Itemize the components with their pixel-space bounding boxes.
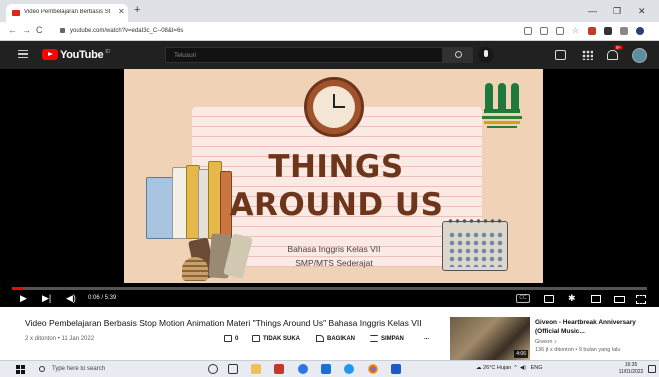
notifications-icon[interactable] xyxy=(648,365,656,373)
chrome-icon[interactable] xyxy=(368,364,378,374)
more-actions-button[interactable]: ... xyxy=(424,335,429,341)
browser-tab[interactable]: Video Pembelajaran Berbasis St ✕ xyxy=(6,4,128,22)
system-tray: ☁ 26°C Hujan ^ ◀) ENG xyxy=(476,365,543,371)
volume-icon[interactable]: ◀) xyxy=(66,293,76,303)
address-bar: ← → C youtube.com/watch?v=edaI3c_C--08&t… xyxy=(0,22,659,41)
search-icon xyxy=(39,366,45,372)
profile-avatar-icon[interactable] xyxy=(636,27,644,35)
notifications-bell-icon[interactable] xyxy=(607,50,618,60)
video-duration: 4:06 xyxy=(514,350,528,358)
video-frame: THINGS AROUND US Bahasa Inggris Kelas VI… xyxy=(124,69,543,283)
word-icon[interactable] xyxy=(391,364,401,374)
share-arrow-icon xyxy=(316,335,324,342)
recommended-video-title[interactable]: Giveon - Heartbreak Anniversary (Officia… xyxy=(535,318,653,336)
reload-button[interactable]: C xyxy=(36,25,43,35)
create-video-icon[interactable] xyxy=(555,50,566,60)
taskbar-app-blue-icon[interactable] xyxy=(344,364,354,374)
recommended-video-metadata: 136 jt x ditonton • 9 bulan yang lalu xyxy=(535,347,621,353)
new-tab-button[interactable]: + xyxy=(134,4,140,16)
back-button[interactable]: ← xyxy=(8,25,17,35)
edge-icon[interactable] xyxy=(298,364,308,374)
next-icon[interactable]: ▶| xyxy=(42,293,51,303)
clock-date: 11/01/2022 xyxy=(618,369,644,375)
share-icon[interactable] xyxy=(556,27,564,35)
video-metadata: 2 x ditonton • 11 Jan 2022 xyxy=(25,336,95,342)
subtitles-icon[interactable]: CC xyxy=(516,294,530,303)
browser-tab-bar: Video Pembelajaran Berbasis St ✕ + — ❐ ✕ xyxy=(0,0,659,22)
taskbar-clock[interactable]: 16:35 11/01/2022 xyxy=(618,362,644,376)
bookmark-star-icon[interactable]: ☆ xyxy=(572,27,580,35)
url-text: youtube.com/watch?v=edaI3c_C--08&t=6s xyxy=(70,28,184,34)
windows-taskbar: Type here to search ☁ 26°C Hujan ^ ◀) EN… xyxy=(0,360,659,377)
miniplayer-icon[interactable] xyxy=(591,295,601,303)
autoplay-toggle-icon[interactable] xyxy=(544,295,554,303)
slide-subtitle-line1: Bahasa Inggris Kelas VII xyxy=(287,244,381,254)
windows-start-icon[interactable] xyxy=(16,365,25,374)
university-logo xyxy=(482,79,522,131)
maximize-button[interactable]: ❐ xyxy=(613,6,621,17)
tab-close-icon[interactable]: ✕ xyxy=(118,7,125,16)
language-indicator[interactable]: ENG xyxy=(531,365,543,371)
save-button[interactable]: SIMPAN xyxy=(370,335,404,342)
reader-extension-icon[interactable] xyxy=(540,27,548,35)
account-avatar[interactable] xyxy=(632,48,647,63)
forward-button[interactable]: → xyxy=(22,25,31,35)
time-display: 0:06 / 5:39 xyxy=(88,295,117,301)
apps-grid-icon[interactable] xyxy=(582,50,593,60)
search-input[interactable]: Telusuri xyxy=(165,47,443,63)
calendar-illustration xyxy=(442,217,508,271)
youtube-wordmark[interactable]: YouTube ID xyxy=(60,49,110,61)
settings-gear-icon[interactable]: ✱ xyxy=(568,293,576,303)
notification-badge: 9+ xyxy=(614,45,624,50)
recommended-video-thumbnail[interactable]: 4:06 xyxy=(450,317,530,360)
extension-red-icon[interactable] xyxy=(588,27,596,35)
add-to-playlist-icon xyxy=(370,335,378,342)
slide-title-line2: AROUND US xyxy=(229,187,444,223)
taskbar-search-input[interactable]: Type here to search xyxy=(34,363,184,376)
youtube-favicon-icon xyxy=(12,10,20,16)
like-button[interactable]: 0 xyxy=(224,335,238,342)
player-controls: ▶ ▶| ◀) 0:06 / 5:39 CC ✱ xyxy=(0,290,659,307)
fullscreen-icon[interactable] xyxy=(636,295,646,304)
weather-text[interactable]: 26°C Hujan xyxy=(483,365,511,371)
play-icon[interactable]: ▶ xyxy=(20,293,27,303)
recommended-channel-name[interactable]: Giveon ♪ xyxy=(535,339,557,345)
youtube-logo-icon[interactable] xyxy=(42,49,58,60)
extensions-puzzle-icon[interactable] xyxy=(604,27,612,35)
tab-title: Video Pembelajaran Berbasis St xyxy=(24,9,111,15)
cortana-icon[interactable] xyxy=(208,364,218,374)
thumbs-up-icon xyxy=(224,335,232,342)
media-control-icon[interactable] xyxy=(620,27,628,35)
share-button[interactable]: BAGIKAN xyxy=(316,335,355,342)
url-field[interactable]: youtube.com/watch?v=edaI3c_C--08&t=6s xyxy=(60,25,510,38)
youtube-header: YouTube ID Telusuri 9+ xyxy=(0,41,659,69)
search-icon xyxy=(455,51,462,58)
menu-hamburger-icon[interactable] xyxy=(18,50,28,58)
thumbs-down-icon xyxy=(252,335,260,342)
screenshot-extension-icon[interactable] xyxy=(524,27,532,35)
lock-icon xyxy=(60,27,65,33)
clock-time: 16:35 xyxy=(624,362,638,368)
file-explorer-icon[interactable] xyxy=(251,364,261,374)
weather-icon[interactable]: ☁ xyxy=(476,365,482,371)
video-player[interactable]: THINGS AROUND US Bahasa Inggris Kelas VI… xyxy=(0,69,659,307)
taskbar-app-red-icon[interactable] xyxy=(274,364,284,374)
task-view-icon[interactable] xyxy=(228,364,238,374)
search-button[interactable] xyxy=(443,47,473,63)
close-window-button[interactable]: ✕ xyxy=(638,6,646,17)
minimize-button[interactable]: — xyxy=(588,6,597,16)
dislike-button[interactable]: TIDAK SUKA xyxy=(252,335,300,342)
video-title: Video Pembelajaran Berbasis Stop Motion … xyxy=(25,318,422,328)
voice-search-mic-icon[interactable] xyxy=(478,47,494,63)
slide-subtitle-line2: SMP/MTS Sederajat xyxy=(295,258,373,268)
zoom-icon[interactable] xyxy=(321,364,331,374)
theater-mode-icon[interactable] xyxy=(614,296,625,303)
slide-title-line1: THINGS xyxy=(268,149,404,185)
wall-clock-illustration xyxy=(304,77,364,137)
